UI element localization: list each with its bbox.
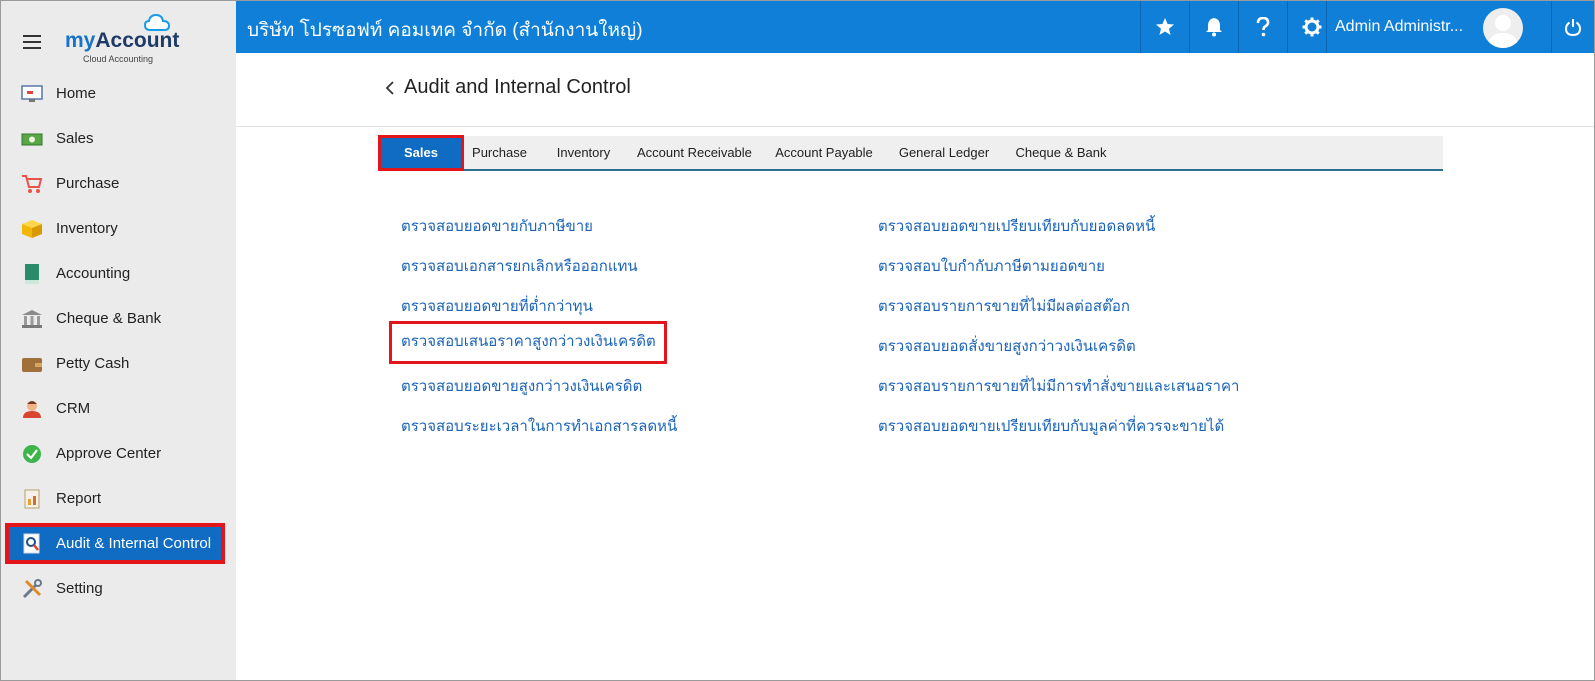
- sidebar-item-crm[interactable]: CRM: [1, 386, 236, 431]
- sidebar-item-label: Accounting: [56, 265, 131, 282]
- tab-general-ledger[interactable]: General Ledger: [898, 136, 990, 169]
- tab-purchase[interactable]: Purchase: [471, 136, 528, 169]
- notifications-button[interactable]: [1189, 1, 1238, 53]
- sidebar-item-label: Purchase: [56, 175, 120, 192]
- sidebar-item-audit-internal-control[interactable]: Audit & Internal Control: [5, 523, 225, 564]
- sidebar-item-label: Inventory: [56, 220, 118, 237]
- page-header: Audit and Internal Control: [236, 53, 1594, 127]
- tab-sales[interactable]: Sales: [378, 135, 464, 171]
- power-icon: [1565, 19, 1581, 36]
- logo-text: myAccount: [65, 29, 180, 52]
- audit-link[interactable]: ตรวจสอบยอดสั่งขายสูงกว่าวงเงินเครดิต: [878, 334, 1136, 358]
- sidebar-nav: Home Sales Purchase Inventory Accounting: [1, 71, 236, 611]
- sidebar-item-label: CRM: [56, 400, 91, 417]
- user-menu[interactable]: Admin Administr...: [1326, 1, 1551, 53]
- menu-toggle-icon[interactable]: [23, 35, 41, 49]
- sidebar-item-label: Home: [56, 85, 97, 102]
- tools-icon: [21, 578, 43, 600]
- sidebar-item-label: Approve Center: [56, 445, 162, 462]
- avatar: [1483, 8, 1523, 48]
- sidebar-item-label: Audit & Internal Control: [56, 535, 212, 552]
- sidebar-item-sales[interactable]: Sales: [1, 116, 236, 161]
- sidebar-item-home[interactable]: Home: [1, 71, 236, 116]
- home-icon: [21, 83, 43, 105]
- audit-link[interactable]: ตรวจสอบรายการขายที่ไม่มีการทำสั่งขายและเ…: [878, 374, 1239, 398]
- sidebar-item-purchase[interactable]: Purchase: [1, 161, 236, 206]
- page-title: Audit and Internal Control: [404, 76, 631, 98]
- gear-icon: [1302, 17, 1322, 37]
- audit-link[interactable]: ตรวจสอบเสนอราคาสูงกว่าวงเงินเครดิต: [389, 321, 667, 364]
- help-icon: [1256, 17, 1270, 37]
- audit-link[interactable]: ตรวจสอบยอดขายเปรียบเทียบกับยอดลดหนี้: [878, 214, 1155, 238]
- logo-subtitle: Cloud Accounting: [83, 54, 154, 64]
- sidebar-item-inventory[interactable]: Inventory: [1, 206, 236, 251]
- tab-inventory[interactable]: Inventory: [553, 136, 614, 169]
- audit-link[interactable]: ตรวจสอบระยะเวลาในการทำเอกสารลดหนี้: [401, 414, 677, 438]
- crm-icon: [21, 398, 43, 420]
- sidebar-item-report[interactable]: Report: [1, 476, 236, 521]
- cart-icon: [21, 173, 43, 195]
- logout-button[interactable]: [1551, 1, 1594, 53]
- tab-account-payable[interactable]: Account Payable: [774, 136, 874, 169]
- brand-header: myAccount Cloud Accounting: [1, 1, 236, 71]
- audit-icon: [21, 533, 43, 555]
- app-logo[interactable]: myAccount Cloud Accounting: [65, 13, 185, 65]
- sidebar-item-label: Report: [56, 490, 102, 507]
- sales-icon: [21, 128, 43, 150]
- sidebar-item-label: Sales: [56, 130, 94, 147]
- audit-link[interactable]: ตรวจสอบใบกำกับภาษีตามยอดขาย: [878, 254, 1105, 278]
- tab-cheque-bank[interactable]: Cheque & Bank: [1015, 136, 1107, 169]
- sidebar-item-accounting[interactable]: Accounting: [1, 251, 236, 296]
- company-name[interactable]: บริษัท โปรซอฟท์ คอมเทค จำกัด (สำนักงานให…: [247, 15, 643, 45]
- sidebar-item-label: Petty Cash: [56, 355, 130, 372]
- audit-link[interactable]: ตรวจสอบรายการขายที่ไม่มีผลต่อสต๊อก: [878, 294, 1130, 318]
- bell-icon: [1206, 18, 1222, 37]
- audit-link[interactable]: ตรวจสอบยอดขายเปรียบเทียบกับมูลค่าที่ควรจ…: [878, 414, 1224, 438]
- audit-link[interactable]: ตรวจสอบยอดขายสูงกว่าวงเงินเครดิต: [401, 374, 642, 398]
- user-name: Admin Administr...: [1335, 18, 1464, 35]
- audit-link[interactable]: ตรวจสอบยอดขายกับภาษีขาย: [401, 214, 593, 238]
- star-icon: [1156, 18, 1174, 35]
- sidebar-item-label: Cheque & Bank: [56, 310, 162, 327]
- sidebar-item-petty-cash[interactable]: Petty Cash: [1, 341, 236, 386]
- module-tabs: Sales Purchase Inventory Account Receiva…: [378, 135, 1443, 171]
- sidebar-item-approve-center[interactable]: Approve Center: [1, 431, 236, 476]
- sidebar-item-label: Setting: [56, 580, 103, 597]
- report-icon: [21, 488, 43, 510]
- tab-account-receivable[interactable]: Account Receivable: [637, 136, 752, 169]
- sidebar-item-cheque-bank[interactable]: Cheque & Bank: [1, 296, 236, 341]
- audit-link[interactable]: ตรวจสอบยอดขายที่ต่ำกว่าทุน: [401, 294, 593, 318]
- audit-link[interactable]: ตรวจสอบเอกสารยกเลิกหรือออกแทน: [401, 254, 638, 278]
- sidebar: myAccount Cloud Accounting Home Sales Pu…: [1, 1, 236, 680]
- book-icon: [21, 263, 43, 285]
- top-bar: บริษัท โปรซอฟท์ คอมเทค จำกัด (สำนักงานให…: [236, 1, 1594, 53]
- user-avatar-icon: [1488, 15, 1518, 48]
- bank-icon: [21, 308, 43, 330]
- check-circle-icon: [21, 443, 43, 465]
- box-icon: [21, 218, 43, 240]
- favorite-button[interactable]: [1140, 1, 1189, 53]
- sidebar-item-setting[interactable]: Setting: [1, 566, 236, 611]
- chevron-left-icon[interactable]: [382, 80, 398, 96]
- help-button[interactable]: [1238, 1, 1287, 53]
- wallet-icon: [21, 353, 43, 375]
